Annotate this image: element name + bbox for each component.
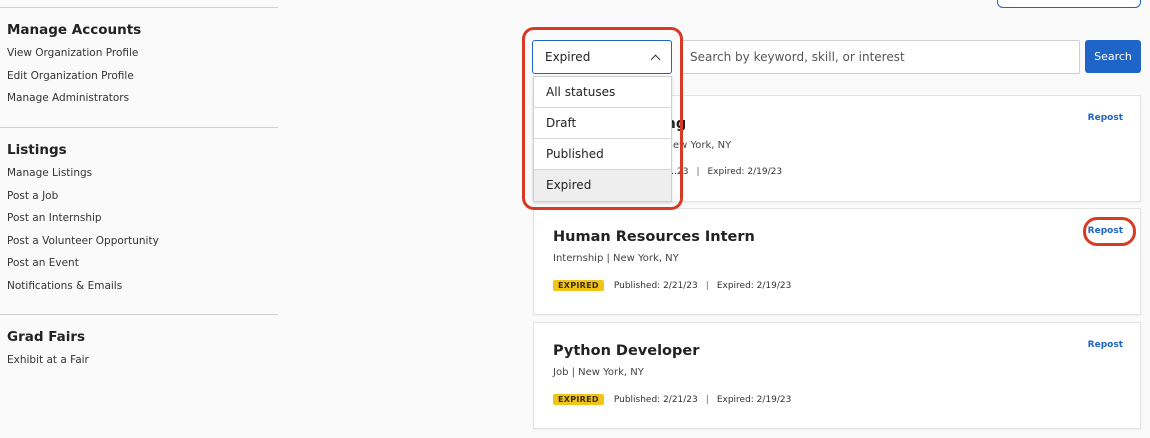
sidebar-link-notifications-emails[interactable]: Notifications & Emails xyxy=(7,279,278,302)
sidebar-link-manage-administrators[interactable]: Manage Administrators xyxy=(7,91,278,114)
status-badge: EXPIRED xyxy=(553,394,604,405)
sidebar-link-post-an-internship[interactable]: Post an Internship xyxy=(7,211,278,234)
listing-expired-date: Expired: 2/19/23 xyxy=(716,394,792,405)
listing-subtitle: Job | New York, NY xyxy=(553,367,644,378)
status-option-expired[interactable]: Expired xyxy=(534,170,671,201)
status-badge: EXPIRED xyxy=(553,280,604,291)
listing-subtitle: Internship | New York, NY xyxy=(553,253,679,264)
listing-expired-date: Expired: 2/19/23 xyxy=(707,167,783,177)
listing-card: Python Developer Job | New York, NY EXPI… xyxy=(533,322,1141,429)
sidebar-link-post-an-event[interactable]: Post an Event xyxy=(7,256,278,279)
sidebar-heading-grad-fairs: Grad Fairs xyxy=(7,329,86,345)
sidebar-section-listings: Listings Manage Listings Post a Job Post… xyxy=(0,127,278,301)
repost-button[interactable]: Repost xyxy=(1088,340,1123,350)
chevron-up-icon xyxy=(650,54,661,64)
listing-meta: …23 | Expired: 2/19/23 xyxy=(668,167,782,177)
listing-subtitle: …ew York, NY xyxy=(663,140,732,151)
listing-title[interactable]: Python Developer xyxy=(553,343,699,359)
listing-meta: EXPIRED Published: 2/21/23 | Expired: 2/… xyxy=(553,394,791,405)
sidebar-link-exhibit-at-a-fair[interactable]: Exhibit at a Fair xyxy=(7,353,278,376)
listing-published-date: Published: 2/21/23 xyxy=(613,280,698,291)
listing-expired-date: Expired: 2/19/23 xyxy=(716,280,792,291)
top-outline-button[interactable] xyxy=(997,0,1141,8)
meta-separator: | xyxy=(705,394,709,405)
status-filter-value: Expired xyxy=(545,50,591,64)
sidebar-heading-manage-accounts: Manage Accounts xyxy=(7,22,142,38)
search-button[interactable]: Search xyxy=(1085,40,1141,73)
page: Manage Accounts View Organization Profil… xyxy=(0,0,1150,438)
listing-title[interactable]: Human Resources Intern xyxy=(553,229,755,245)
meta-separator: | xyxy=(705,280,709,291)
sidebar-link-view-organization-profile[interactable]: View Organization Profile xyxy=(7,46,278,69)
listing-card: Human Resources Intern Internship | New … xyxy=(533,208,1141,315)
sidebar-link-post-a-volunteer-opportunity[interactable]: Post a Volunteer Opportunity xyxy=(7,234,278,257)
meta-separator: | xyxy=(696,167,700,177)
status-option-all[interactable]: All statuses xyxy=(534,77,671,108)
sidebar-link-edit-organization-profile[interactable]: Edit Organization Profile xyxy=(7,69,278,92)
status-option-published[interactable]: Published xyxy=(534,139,671,170)
sidebar-link-manage-listings[interactable]: Manage Listings xyxy=(7,166,278,189)
repost-button[interactable]: Repost xyxy=(1088,226,1123,236)
status-filter-menu: All statuses Draft Published Expired xyxy=(533,76,672,202)
sidebar-section-grad-fairs: Grad Fairs Exhibit at a Fair xyxy=(0,314,278,376)
sidebar-link-post-a-job[interactable]: Post a Job xyxy=(7,189,278,212)
sidebar-section-manage-accounts: Manage Accounts View Organization Profil… xyxy=(0,7,278,114)
sidebar-heading-listings: Listings xyxy=(7,142,67,158)
listing-published-date: Published: 2/21/23 xyxy=(613,394,698,405)
listing-meta: EXPIRED Published: 2/21/23 | Expired: 2/… xyxy=(553,280,791,291)
repost-button[interactable]: Repost xyxy=(1088,113,1123,123)
status-option-draft[interactable]: Draft xyxy=(534,108,671,139)
status-filter-select[interactable]: Expired xyxy=(532,40,672,74)
search-input[interactable] xyxy=(680,40,1080,74)
